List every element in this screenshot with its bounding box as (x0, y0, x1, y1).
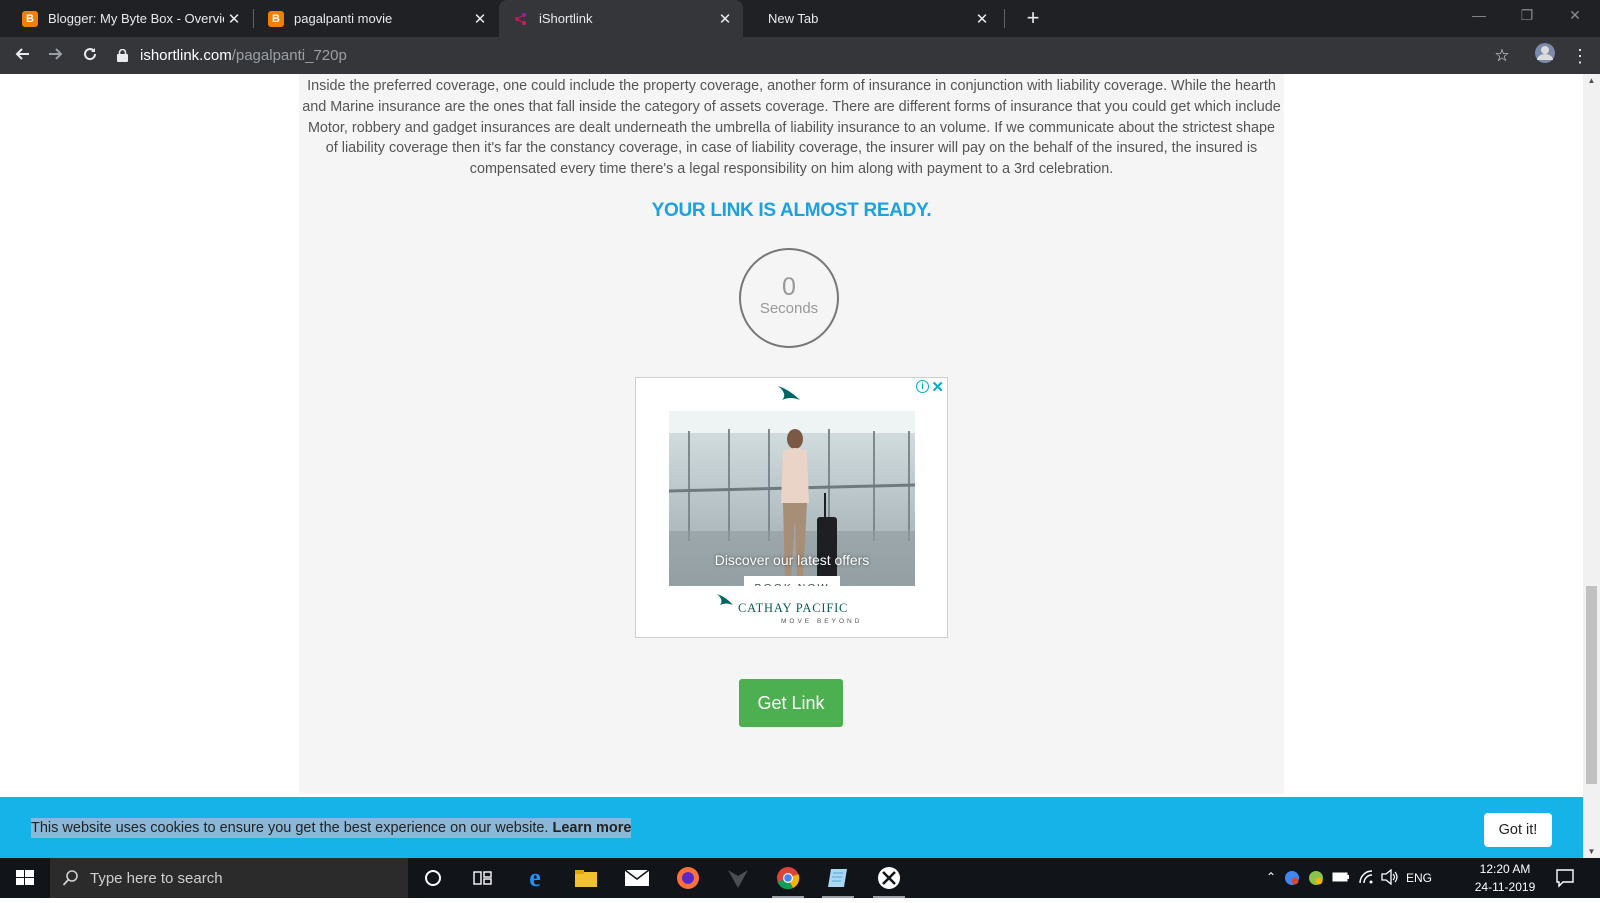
forward-arrow-icon (49, 48, 63, 60)
advertisement[interactable]: i ✕ Discover our latest offers CATHAY PA… (635, 377, 948, 638)
edge-browser-icon[interactable]: e (515, 862, 555, 894)
lock-icon (116, 49, 128, 63)
wifi-icon[interactable] (1358, 869, 1374, 888)
predator-sense-icon[interactable] (718, 862, 758, 894)
url-host: ishortlink.com (140, 47, 232, 64)
scroll-down-arrow-icon[interactable]: ▼ (1583, 847, 1600, 856)
close-icon[interactable]: ✕ (470, 10, 490, 28)
scroll-up-arrow-icon[interactable]: ▲ (1583, 76, 1600, 85)
show-hidden-icons-chevron-up-icon[interactable]: ⌃ (1266, 870, 1276, 884)
cookie-accept-button[interactable]: Got it! (1484, 813, 1552, 847)
start-button[interactable] (0, 858, 50, 898)
cathay-logo-icon (717, 594, 733, 605)
mail-icon[interactable] (617, 862, 657, 894)
search-placeholder: Type here to search (90, 869, 223, 887)
learn-more-link[interactable]: Learn more (553, 820, 632, 836)
blogger-icon: B (268, 10, 284, 27)
tab-blogger-overview[interactable]: B Blogger: My Byte Box - Overview ✕ (0, 0, 252, 37)
content-panel: Inside the preferred coverage, one could… (299, 74, 1284, 794)
tab-title: iShortlink (539, 11, 593, 26)
countdown-timer: 0 Seconds (739, 248, 839, 348)
notepad-icon[interactable] (818, 862, 858, 898)
blogger-icon: B (22, 10, 38, 27)
cookie-message-text: This website uses cookies to ensure you … (31, 820, 549, 836)
menu-icon[interactable]: ⋮ (1566, 42, 1594, 70)
close-icon[interactable]: ✕ (972, 10, 992, 28)
forward-button[interactable] (42, 42, 70, 70)
file-explorer-icon[interactable] (566, 862, 606, 894)
tab-separator (1004, 9, 1005, 28)
battery-icon[interactable] (1332, 871, 1350, 886)
system-clock[interactable]: 12:20 AM 24-11-2019 (1470, 860, 1540, 896)
ad-info-icon[interactable]: i (916, 380, 929, 393)
reload-icon (84, 48, 97, 61)
back-button[interactable] (8, 42, 36, 70)
link-ready-heading: YOUR LINK IS ALMOST READY. (651, 200, 932, 221)
windows-taskbar: Type here to search e ⌃ ENG 12:20 AM 24-… (0, 858, 1600, 898)
cookie-consent-bar: This website uses cookies to ensure you … (0, 797, 1583, 858)
get-link-button[interactable]: Get Link (739, 679, 843, 727)
back-arrow-icon (15, 48, 29, 60)
ad-book-now-button[interactable]: BOOK NOW (744, 576, 840, 586)
search-icon (62, 870, 78, 886)
ad-tagline: MOVE BEYOND (781, 618, 863, 625)
minimize-button[interactable]: — (1456, 0, 1502, 30)
firefox-icon[interactable] (668, 862, 708, 894)
cathay-logo-icon (778, 386, 800, 400)
tab-title: New Tab (768, 11, 819, 26)
timer-value: 0 (782, 273, 796, 301)
tab-title: Blogger: My Byte Box - Overview (48, 11, 224, 26)
restore-button[interactable]: ❐ (1504, 0, 1550, 30)
cortana-icon[interactable] (413, 862, 453, 894)
tab-pagalpanti-movie[interactable]: B pagalpanti movie ✕ (254, 0, 498, 37)
volume-icon[interactable] (1381, 868, 1399, 888)
sync-tray-icon[interactable] (1308, 870, 1324, 889)
browser-toolbar: ishortlink.com/pagalpanti_720p ☆ ⋮ (0, 37, 1600, 74)
clock-time: 12:20 AM (1479, 862, 1531, 876)
browser-tray-icon[interactable] (1284, 870, 1300, 889)
windows-logo-icon (16, 870, 34, 885)
ad-brand-name: CATHAY PACIFIC (738, 601, 849, 615)
language-indicator[interactable]: ENG (1406, 871, 1432, 885)
action-center-icon[interactable] (1555, 868, 1575, 888)
cookie-message: This website uses cookies to ensure you … (31, 818, 632, 838)
ad-close-icon[interactable]: ✕ (931, 378, 944, 396)
xbox-icon[interactable] (869, 862, 909, 898)
address-bar[interactable]: ishortlink.com/pagalpanti_720p (116, 41, 1506, 70)
close-window-button[interactable]: ✕ (1552, 0, 1598, 30)
ad-headline: Discover our latest offers (714, 552, 870, 568)
chrome-icon[interactable] (768, 862, 808, 898)
close-icon[interactable]: ✕ (715, 10, 735, 28)
url-path: /pagalpanti_720p (231, 47, 347, 64)
tab-ishortlink[interactable]: iShortlink ✕ (499, 0, 743, 37)
scrollbar-thumb[interactable] (1586, 586, 1597, 784)
profile-avatar[interactable] (1531, 42, 1559, 70)
task-view-icon[interactable] (463, 862, 503, 894)
new-tab-button[interactable]: + (1020, 6, 1046, 32)
bookmark-star-icon[interactable]: ☆ (1488, 42, 1516, 70)
tab-title: pagalpanti movie (294, 11, 393, 26)
timer-label: Seconds (759, 300, 819, 317)
reload-button[interactable] (76, 42, 104, 70)
clock-date: 24-11-2019 (1474, 880, 1536, 894)
article-text: Inside the preferred coverage, one could… (302, 78, 1281, 178)
ad-image: Discover our latest offers BOOK NOW (669, 411, 915, 586)
taskbar-search-box[interactable]: Type here to search (50, 858, 408, 898)
page-scrollbar[interactable]: ▲ ▼ (1583, 74, 1600, 858)
close-icon[interactable]: ✕ (224, 10, 244, 28)
tab-new-tab[interactable]: New Tab ✕ (744, 0, 1000, 37)
ishortlink-icon (513, 11, 529, 27)
tab-strip: B Blogger: My Byte Box - Overview ✕ B pa… (0, 0, 1600, 37)
page-viewport: Inside the preferred coverage, one could… (0, 74, 1583, 858)
